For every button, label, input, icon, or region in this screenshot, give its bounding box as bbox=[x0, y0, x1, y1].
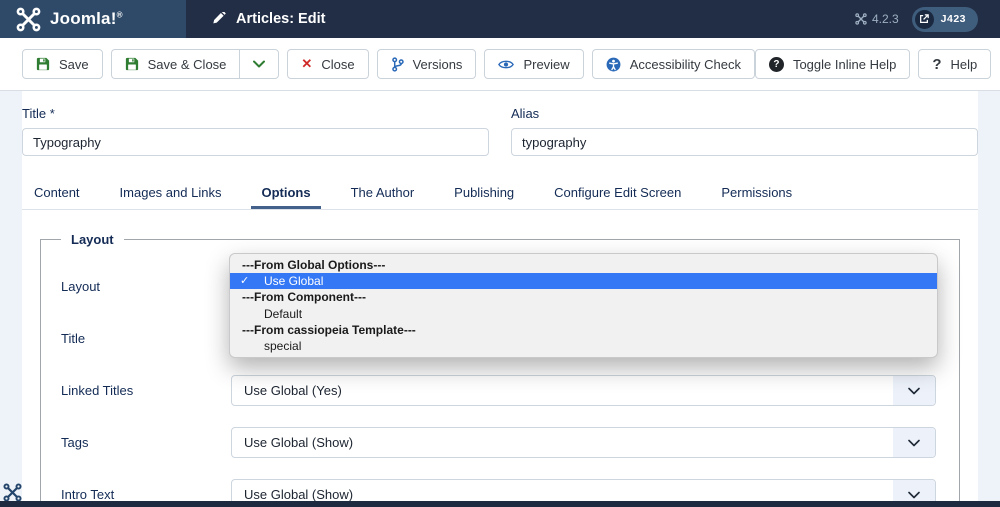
help-button[interactable]: ? Help bbox=[918, 49, 992, 79]
brand-text: Joomla!® bbox=[50, 9, 123, 28]
toolbar-left: Save Save & Close ✕ Close Versions Previ… bbox=[22, 49, 755, 79]
joomla-version: 4.2.3 bbox=[855, 12, 899, 26]
tab-bar: Content Images and Links Options The Aut… bbox=[22, 177, 978, 210]
chevron-down-icon bbox=[893, 376, 935, 405]
title-alias-row: Title * Alias bbox=[22, 106, 978, 156]
pencil-icon bbox=[212, 12, 226, 26]
toolbar: Save Save & Close ✕ Close Versions Previ… bbox=[0, 38, 1000, 91]
dropdown-option-special[interactable]: special bbox=[230, 338, 937, 354]
save-options-toggle[interactable] bbox=[239, 49, 280, 79]
dropdown-group-label: ---From Global Options--- bbox=[242, 258, 386, 272]
layout-select-dropdown: ---From Global Options--- ✓ Use Global -… bbox=[229, 253, 938, 359]
tags-select[interactable]: Use Global (Show) bbox=[231, 427, 936, 458]
linked-titles-label: Linked Titles bbox=[61, 383, 134, 398]
dropdown-option-use-global[interactable]: ✓ Use Global bbox=[230, 273, 937, 290]
code-branch-icon bbox=[391, 56, 404, 72]
bottom-window-edge bbox=[0, 501, 1000, 507]
site-preview-badge[interactable]: J423 bbox=[911, 6, 978, 32]
app-header: Joomla!® Articles: Edit 4.2.3 J423 bbox=[0, 0, 1000, 38]
header-right: 4.2.3 J423 bbox=[855, 0, 1000, 38]
preview-button[interactable]: Preview bbox=[484, 49, 584, 79]
save-icon bbox=[36, 57, 50, 71]
page-title: Articles: Edit bbox=[236, 11, 326, 27]
joomla-footer-icon bbox=[3, 483, 22, 502]
question-icon: ? bbox=[932, 55, 942, 73]
tab-publishing[interactable]: Publishing bbox=[444, 177, 524, 209]
dropdown-group-label: ---From Component--- bbox=[242, 290, 366, 305]
tags-label: Tags bbox=[61, 435, 89, 450]
save-close-button[interactable]: Save & Close bbox=[110, 49, 240, 79]
linked-titles-row: Linked Titles Use Global (Yes) bbox=[41, 375, 959, 406]
joomla-logo-icon bbox=[16, 7, 41, 32]
eye-icon bbox=[498, 59, 515, 70]
chevron-down-icon bbox=[253, 60, 266, 68]
tab-options[interactable]: Options bbox=[251, 177, 321, 209]
versions-button[interactable]: Versions bbox=[376, 49, 477, 79]
question-circle-icon: ? bbox=[768, 56, 784, 72]
universal-access-icon bbox=[606, 57, 621, 72]
alias-input[interactable] bbox=[511, 128, 978, 156]
close-button[interactable]: ✕ Close bbox=[287, 49, 369, 79]
intro-text-label: Intro Text bbox=[61, 487, 115, 502]
save-close-group: Save & Close bbox=[110, 49, 280, 79]
page-head: Articles: Edit bbox=[186, 0, 855, 38]
joomla-version-icon bbox=[855, 13, 867, 25]
tab-configure-edit-screen[interactable]: Configure Edit Screen bbox=[544, 177, 691, 209]
layout-label: Layout bbox=[61, 279, 101, 294]
tab-images-and-links[interactable]: Images and Links bbox=[110, 177, 232, 209]
save-icon bbox=[125, 57, 139, 71]
joomla-brand[interactable]: Joomla!® bbox=[0, 0, 186, 38]
accessibility-check-button[interactable]: Accessibility Check bbox=[591, 49, 755, 79]
check-icon: ✓ bbox=[240, 275, 250, 288]
tab-permissions[interactable]: Permissions bbox=[711, 177, 802, 209]
external-link-icon bbox=[914, 9, 934, 29]
save-button[interactable]: Save bbox=[22, 49, 103, 79]
toolbar-right: ? Toggle Inline Help ? Help bbox=[754, 49, 992, 79]
toggle-inline-help-button[interactable]: ? Toggle Inline Help bbox=[754, 49, 911, 79]
tab-content[interactable]: Content bbox=[24, 177, 90, 209]
title-field-group: Title * bbox=[22, 106, 489, 156]
linked-titles-select[interactable]: Use Global (Yes) bbox=[231, 375, 936, 406]
layout-legend: Layout bbox=[71, 232, 114, 247]
content-area: Title * Alias Content Images and Links O… bbox=[22, 91, 978, 507]
chevron-down-icon bbox=[893, 428, 935, 457]
alias-label: Alias bbox=[511, 106, 540, 121]
tags-row: Tags Use Global (Show) bbox=[41, 427, 959, 458]
title-label: Title * bbox=[22, 106, 55, 121]
dropdown-group-label: ---From cassiopeia Template--- bbox=[242, 322, 416, 337]
dropdown-option-default[interactable]: Default bbox=[230, 306, 937, 322]
title-option-label: Title bbox=[61, 331, 86, 346]
alias-field-group: Alias bbox=[511, 106, 978, 156]
tab-the-author[interactable]: The Author bbox=[341, 177, 425, 209]
title-input[interactable] bbox=[22, 128, 489, 156]
close-icon: ✕ bbox=[301, 56, 313, 71]
